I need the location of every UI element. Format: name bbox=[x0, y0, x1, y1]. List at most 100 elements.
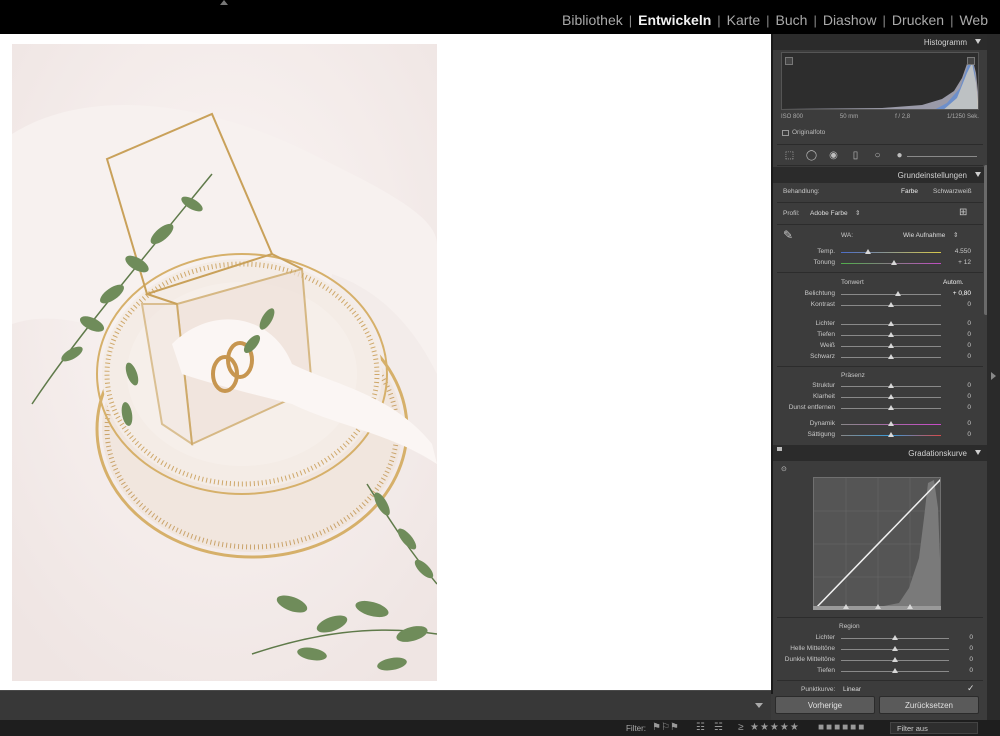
tone-curve-header[interactable]: Gradationskurve bbox=[773, 445, 987, 461]
virtual-copy-filter-icon[interactable]: ☵ bbox=[714, 722, 723, 733]
rating-operator-icon[interactable]: ≥ bbox=[738, 722, 744, 733]
module-book[interactable]: Buch bbox=[770, 12, 814, 28]
divider bbox=[777, 272, 983, 273]
module-library[interactable]: Bibliothek bbox=[556, 12, 629, 28]
top-panel-toggle-icon[interactable] bbox=[220, 0, 228, 5]
region-darks-label: Dunkle Mitteltöne bbox=[784, 656, 835, 663]
region-shadows-label: Tiefen bbox=[817, 667, 835, 674]
blacks-value[interactable]: 0 bbox=[941, 353, 971, 360]
vibrance-label: Dynamik bbox=[809, 420, 835, 427]
highlights-slider-thumb[interactable] bbox=[888, 321, 894, 326]
exposure-slider-track[interactable] bbox=[841, 294, 941, 295]
temp-slider-thumb[interactable] bbox=[865, 249, 871, 254]
module-print[interactable]: Drucken bbox=[886, 12, 950, 28]
histogram-header[interactable]: Histogramm bbox=[773, 34, 987, 50]
contrast-value[interactable]: 0 bbox=[941, 301, 971, 308]
region-highlights-thumb[interactable] bbox=[892, 635, 898, 640]
clarity-label: Klarheit bbox=[812, 393, 835, 400]
exposure-slider-thumb[interactable] bbox=[895, 291, 901, 296]
photo-preview[interactable] bbox=[12, 44, 437, 681]
graduated-filter-icon[interactable]: ▯ bbox=[849, 150, 862, 161]
collapse-triangle-icon[interactable] bbox=[975, 39, 981, 44]
radial-filter-icon[interactable]: ○ bbox=[871, 150, 884, 161]
histogram[interactable] bbox=[781, 52, 979, 110]
tone-curve-graph[interactable] bbox=[813, 477, 941, 609]
region-darks-value[interactable]: 0 bbox=[943, 656, 973, 663]
blacks-slider-thumb[interactable] bbox=[888, 354, 894, 359]
contrast-slider-thumb[interactable] bbox=[888, 302, 894, 307]
region-shadows-thumb[interactable] bbox=[892, 668, 898, 673]
reset-button[interactable]: Zurücksetzen bbox=[879, 696, 979, 714]
toolbar-menu-icon[interactable] bbox=[755, 703, 763, 708]
target-adjust-icon[interactable]: ⊙ bbox=[781, 465, 787, 473]
basic-header[interactable]: Grundeinstellungen bbox=[773, 167, 987, 183]
region-lights-thumb[interactable] bbox=[892, 646, 898, 651]
spot-removal-icon[interactable]: ◯ bbox=[805, 150, 818, 161]
rating-stars-icon[interactable]: ★★★★★ bbox=[750, 722, 800, 733]
split-highlights-thumb[interactable] bbox=[907, 604, 913, 609]
auto-tone-button[interactable]: Autom. bbox=[943, 279, 964, 286]
image-canvas[interactable] bbox=[0, 34, 771, 690]
vibrance-slider-thumb[interactable] bbox=[888, 421, 894, 426]
right-panel-toggle-icon[interactable] bbox=[991, 372, 996, 380]
split-mid-thumb[interactable] bbox=[875, 604, 881, 609]
whites-value[interactable]: 0 bbox=[941, 342, 971, 349]
module-slideshow[interactable]: Diashow bbox=[817, 12, 883, 28]
treatment-bw[interactable]: Schwarzweiß bbox=[933, 188, 972, 195]
wb-select[interactable]: Wie Aufnahme bbox=[903, 232, 945, 239]
tint-slider-thumb[interactable] bbox=[891, 260, 897, 265]
dehaze-value[interactable]: 0 bbox=[941, 404, 971, 411]
panel-switch-icon[interactable] bbox=[777, 447, 782, 451]
module-map[interactable]: Karte bbox=[721, 12, 766, 28]
filter-preset-select[interactable]: Filter aus bbox=[890, 722, 978, 734]
temp-value[interactable]: 4.550 bbox=[941, 248, 971, 255]
brush-slider-track[interactable] bbox=[907, 156, 977, 157]
red-eye-icon[interactable]: ◉ bbox=[827, 150, 840, 161]
clarity-slider-thumb[interactable] bbox=[888, 394, 894, 399]
region-highlights-value[interactable]: 0 bbox=[943, 634, 973, 641]
vibrance-value[interactable]: 0 bbox=[941, 420, 971, 427]
adjustment-brush-icon[interactable]: ● bbox=[893, 150, 906, 161]
saturation-slider-thumb[interactable] bbox=[888, 432, 894, 437]
flag-filter-icon[interactable]: ⚑⚐⚑ bbox=[652, 722, 679, 733]
highlights-value[interactable]: 0 bbox=[941, 320, 971, 327]
point-curve-select[interactable]: Linear bbox=[843, 686, 861, 693]
previous-button[interactable]: Vorherige bbox=[775, 696, 875, 714]
exposure-value[interactable]: + 0,80 bbox=[941, 290, 971, 297]
saturation-value[interactable]: 0 bbox=[941, 431, 971, 438]
shadows-slider-thumb[interactable] bbox=[888, 332, 894, 337]
profile-select[interactable]: Adobe Farbe bbox=[810, 210, 848, 217]
shadow-clipping-icon[interactable] bbox=[785, 57, 793, 65]
divider bbox=[777, 680, 983, 681]
edit-point-curve-icon[interactable]: ✓ bbox=[967, 683, 975, 694]
texture-slider-thumb[interactable] bbox=[888, 383, 894, 388]
texture-value[interactable]: 0 bbox=[941, 382, 971, 389]
color-label-filter-icon[interactable]: ■■■■■■ bbox=[818, 722, 866, 733]
profile-dropdown-icon[interactable]: ⇕ bbox=[855, 209, 860, 217]
divider bbox=[777, 202, 983, 203]
highlight-clipping-icon[interactable] bbox=[967, 57, 975, 65]
module-develop[interactable]: Entwickeln bbox=[632, 12, 717, 28]
region-darks-thumb[interactable] bbox=[892, 657, 898, 662]
collapse-triangle-icon[interactable] bbox=[975, 450, 981, 455]
edit-filter-icon[interactable]: ☷ bbox=[696, 722, 705, 733]
collapse-triangle-icon[interactable] bbox=[975, 172, 981, 177]
module-web[interactable]: Web bbox=[953, 12, 994, 28]
whites-slider-thumb[interactable] bbox=[888, 343, 894, 348]
split-shadows-thumb[interactable] bbox=[843, 604, 849, 609]
original-photo-toggle[interactable]: Originalfoto bbox=[782, 129, 825, 136]
clarity-value[interactable]: 0 bbox=[941, 393, 971, 400]
shadows-label: Tiefen bbox=[817, 331, 835, 338]
crop-overlay-icon[interactable]: ⬚ bbox=[783, 150, 796, 161]
region-shadows-value[interactable]: 0 bbox=[943, 667, 973, 674]
region-lights-value[interactable]: 0 bbox=[943, 645, 973, 652]
wb-dropdown-icon[interactable]: ⇕ bbox=[953, 231, 958, 239]
tint-value[interactable]: + 12 bbox=[941, 259, 971, 266]
dehaze-slider-thumb[interactable] bbox=[888, 405, 894, 410]
original-photo-checkbox[interactable] bbox=[782, 129, 789, 136]
wb-eyedropper-icon[interactable]: ✎ bbox=[783, 228, 793, 242]
shadows-value[interactable]: 0 bbox=[941, 331, 971, 338]
treatment-color[interactable]: Farbe bbox=[901, 188, 918, 195]
temp-slider-track[interactable] bbox=[841, 252, 941, 253]
profile-browser-icon[interactable]: ⊞ bbox=[959, 207, 967, 218]
